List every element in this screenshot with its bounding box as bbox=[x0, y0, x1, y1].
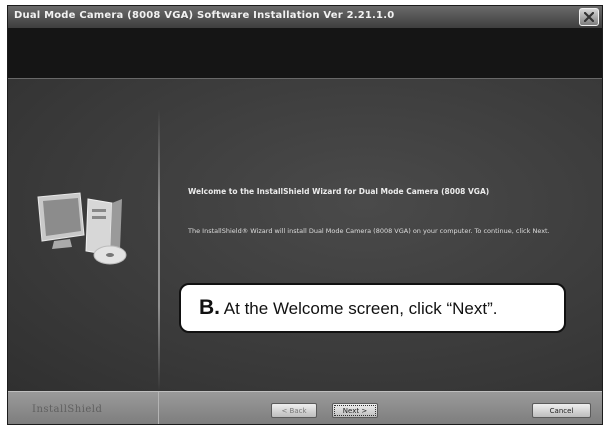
cancel-button[interactable]: Cancel bbox=[532, 403, 591, 418]
computer-setup-icon bbox=[37, 192, 127, 265]
installer-window: Dual Mode Camera (8008 VGA) Software Ins… bbox=[7, 5, 603, 425]
footer-divider bbox=[158, 392, 159, 424]
welcome-heading: Welcome to the InstallShield Wizard for … bbox=[188, 187, 490, 196]
footer-bar: InstallShield < Back Next > Cancel bbox=[8, 391, 602, 424]
callout-instruction: At the Welcome screen, click “Next”. bbox=[223, 299, 498, 318]
back-button[interactable]: < Back bbox=[271, 403, 317, 418]
installshield-logo: InstallShield bbox=[32, 404, 103, 415]
window-title: Dual Mode Camera (8008 VGA) Software Ins… bbox=[14, 10, 395, 21]
content-divider bbox=[158, 109, 160, 391]
instruction-callout: B. At the Welcome screen, click “Next”. bbox=[179, 283, 566, 333]
callout-step-label: B. bbox=[199, 296, 220, 319]
close-icon bbox=[584, 12, 594, 22]
wizard-content: Welcome to the InstallShield Wizard for … bbox=[8, 79, 602, 391]
next-button[interactable]: Next > bbox=[332, 403, 378, 418]
close-button[interactable] bbox=[579, 8, 599, 26]
header-band bbox=[8, 28, 602, 78]
callout-text: B. At the Welcome screen, click “Next”. bbox=[199, 296, 497, 320]
welcome-body-text: The InstallShield® Wizard will install D… bbox=[188, 227, 550, 235]
title-bar: Dual Mode Camera (8008 VGA) Software Ins… bbox=[8, 6, 602, 29]
